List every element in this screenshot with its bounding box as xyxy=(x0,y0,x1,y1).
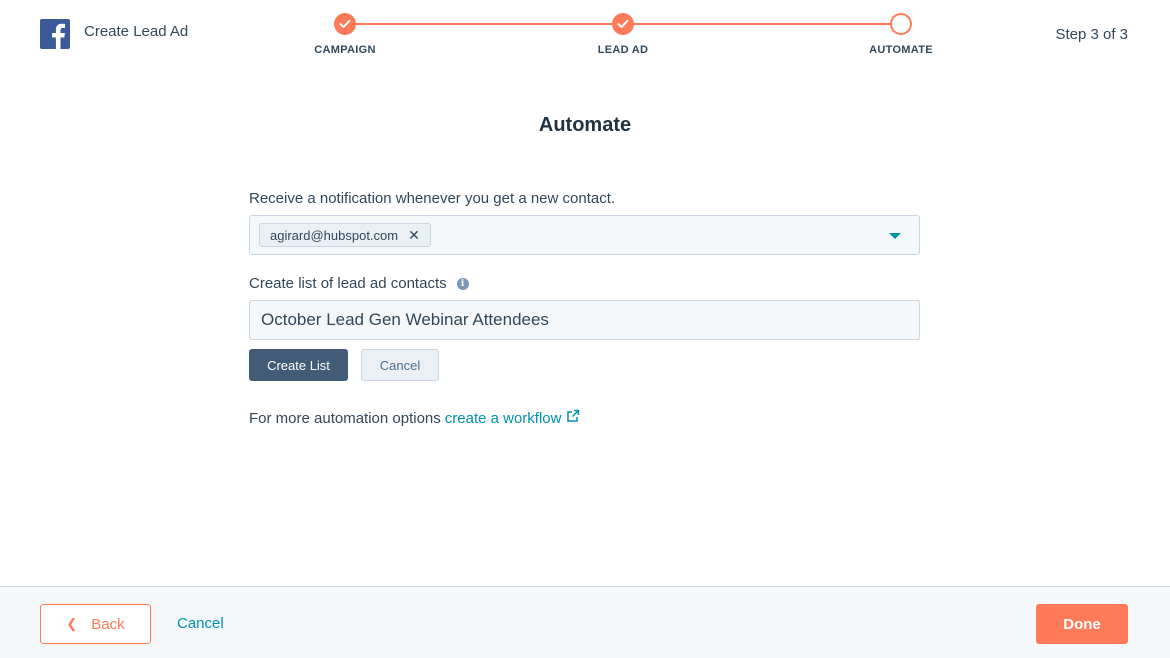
back-label: Back xyxy=(91,615,125,633)
create-workflow-link[interactable]: create a workflow xyxy=(445,410,562,427)
list-label-row: Create list of lead ad contacts i xyxy=(249,275,920,292)
page-title: Automate xyxy=(538,114,632,136)
done-button[interactable]: Done xyxy=(1036,604,1128,644)
checkmark-icon xyxy=(334,13,356,35)
facebook-icon xyxy=(40,19,70,49)
step-automate: AUTOMATE xyxy=(846,13,956,56)
progress-stepper: CAMPAIGN LEAD AD AUTOMATE xyxy=(300,10,950,70)
step-label: AUTOMATE xyxy=(869,44,933,56)
header: Create Lead Ad CAMPAIGN LEAD AD AUTOMATE… xyxy=(0,0,1170,80)
caret-down-icon[interactable] xyxy=(889,233,901,239)
recipient-email: agirard@hubspot.com xyxy=(270,227,399,243)
step-lead-ad: LEAD AD xyxy=(568,13,678,56)
automation-form: Receive a notification whenever you get … xyxy=(249,190,920,427)
more-options-text: For more automation options create a wor… xyxy=(249,409,920,427)
notification-label: Receive a notification whenever you get … xyxy=(249,190,616,207)
checkmark-icon xyxy=(612,13,634,35)
back-button[interactable]: ❮ Back xyxy=(40,604,151,644)
external-link-icon[interactable] xyxy=(566,409,580,427)
info-icon[interactable]: i xyxy=(456,277,469,290)
step-campaign: CAMPAIGN xyxy=(290,13,400,56)
notification-recipient-select[interactable]: agirard@hubspot.com ✕ xyxy=(249,215,920,255)
create-list-button[interactable]: Create List xyxy=(249,349,348,381)
footer: ❮ Back Cancel Done xyxy=(0,586,1170,658)
chevron-left-icon: ❮ xyxy=(66,616,78,631)
recipient-tag: agirard@hubspot.com ✕ xyxy=(259,223,431,247)
step-label: CAMPAIGN xyxy=(314,44,376,56)
more-options-label: For more automation options xyxy=(249,409,441,427)
step-label: LEAD AD xyxy=(597,44,649,56)
close-icon[interactable]: ✕ xyxy=(408,227,420,244)
cancel-link[interactable]: Cancel xyxy=(177,615,224,632)
list-name-input[interactable] xyxy=(249,300,920,340)
cancel-list-button[interactable]: Cancel xyxy=(361,349,439,381)
list-actions: Create List Cancel xyxy=(249,349,920,381)
list-label: Create list of lead ad contacts xyxy=(249,275,447,292)
step-current-indicator xyxy=(890,13,912,35)
step-count: Step 3 of 3 xyxy=(1055,26,1128,43)
app-title: Create Lead Ad xyxy=(84,23,189,40)
